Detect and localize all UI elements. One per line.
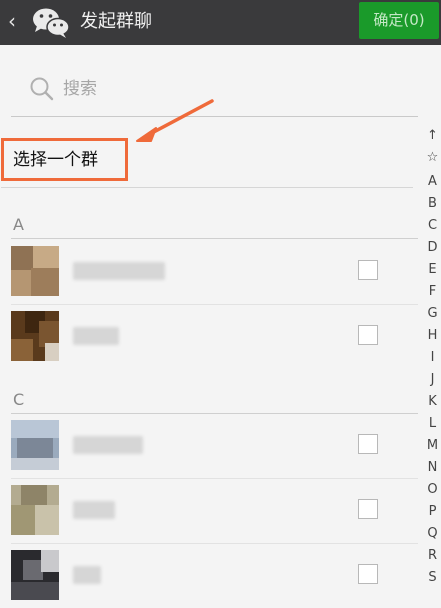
- section-letter: A: [13, 215, 24, 234]
- index-item[interactable]: D: [424, 240, 441, 255]
- back-icon[interactable]: ‹: [8, 9, 16, 33]
- index-item[interactable]: ☆: [424, 150, 441, 165]
- avatar: [11, 420, 59, 470]
- avatar: [11, 550, 59, 600]
- index-item[interactable]: M: [424, 438, 441, 453]
- contact-name: [73, 436, 143, 454]
- contact-name: [73, 566, 101, 584]
- section-header-c: C: [11, 387, 418, 414]
- top-bar: ‹ 发起群聊 确定(0): [0, 0, 441, 45]
- contact-name: [73, 327, 119, 345]
- index-item[interactable]: L: [424, 416, 441, 431]
- index-item[interactable]: B: [424, 196, 441, 211]
- select-checkbox[interactable]: [358, 325, 378, 345]
- avatar: [11, 485, 59, 535]
- contact-row[interactable]: [11, 544, 418, 608]
- index-item[interactable]: K: [424, 394, 441, 409]
- search-icon: [30, 77, 54, 101]
- index-item[interactable]: A: [424, 174, 441, 189]
- index-item[interactable]: E: [424, 262, 441, 277]
- search-field[interactable]: 搜索: [11, 62, 418, 117]
- select-checkbox[interactable]: [358, 434, 378, 454]
- contact-row[interactable]: [11, 479, 418, 544]
- avatar: [11, 311, 59, 361]
- section-header-a: A: [11, 212, 418, 239]
- contact-row[interactable]: [11, 414, 418, 479]
- index-item[interactable]: R: [424, 548, 441, 563]
- highlight-box: [1, 138, 128, 181]
- index-item[interactable]: Q: [424, 526, 441, 541]
- index-item[interactable]: F: [424, 284, 441, 299]
- index-item[interactable]: O: [424, 482, 441, 497]
- contact-name: [73, 501, 115, 519]
- search-placeholder: 搜索: [63, 79, 97, 99]
- index-item[interactable]: H: [424, 328, 441, 343]
- confirm-button[interactable]: 确定(0): [359, 2, 439, 39]
- index-item[interactable]: J: [424, 372, 441, 387]
- select-checkbox[interactable]: [358, 564, 378, 584]
- alphabet-index[interactable]: ↑ ☆ A B C D E F G H I J K L M N O P Q R …: [424, 128, 441, 600]
- select-checkbox[interactable]: [358, 260, 378, 280]
- contact-name: [73, 262, 165, 280]
- avatar: [11, 246, 59, 296]
- page-title: 发起群聊: [80, 11, 152, 32]
- index-item[interactable]: ↑: [424, 128, 441, 143]
- index-item[interactable]: S: [424, 570, 441, 585]
- section-letter: C: [13, 390, 25, 409]
- contact-row[interactable]: [11, 305, 418, 369]
- index-item[interactable]: P: [424, 504, 441, 519]
- wechat-icon: [33, 8, 70, 38]
- select-checkbox[interactable]: [358, 499, 378, 519]
- index-item[interactable]: I: [424, 350, 441, 365]
- contact-row[interactable]: [11, 240, 418, 305]
- index-item[interactable]: G: [424, 306, 441, 321]
- index-item[interactable]: N: [424, 460, 441, 475]
- index-item[interactable]: C: [424, 218, 441, 233]
